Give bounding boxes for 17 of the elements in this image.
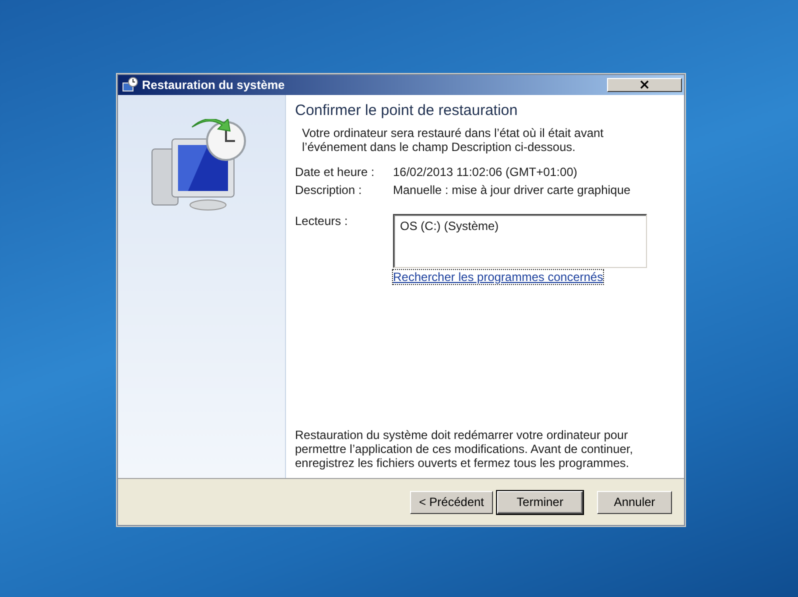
window-title: Restauration du système — [142, 78, 286, 92]
drives-list[interactable]: OS (C:) (Système) — [393, 214, 647, 268]
field-label: Date et heure : — [295, 164, 376, 181]
restore-icon — [122, 77, 138, 93]
field-value: Manuelle : mise à jour driver carte graphique — [393, 182, 632, 199]
field-value: 16/02/2013 11:02:06 (GMT+01:00) — [393, 164, 578, 181]
affected-programs-link[interactable]: Rechercher les programmes concernés — [393, 270, 604, 284]
field-label: Description : — [295, 182, 363, 199]
dialog-button[interactable]: Terminer — [497, 490, 583, 514]
dialog-button[interactable]: < Précédent — [410, 490, 493, 514]
drive-item[interactable]: OS (C:) (Système) — [400, 219, 640, 233]
dialog-button[interactable]: Annuler — [597, 490, 672, 514]
drives-label: Lecteurs : — [295, 214, 349, 230]
intro-text: Votre ordinateur sera restauré dans l’état où il était avant l’événement dans le champ Description ci-dessous. — [302, 126, 605, 154]
page-heading: Confirmer le point de restauration — [295, 102, 519, 119]
restart-notice: Restauration du système doit redémarrer votre ordinateur pour permettre l’application de ces modifications. Avant de continuer, enregistrez les fichiers ouverts et fermez tous les programmes. — [295, 428, 634, 470]
close-button[interactable]: × — [607, 78, 682, 92]
